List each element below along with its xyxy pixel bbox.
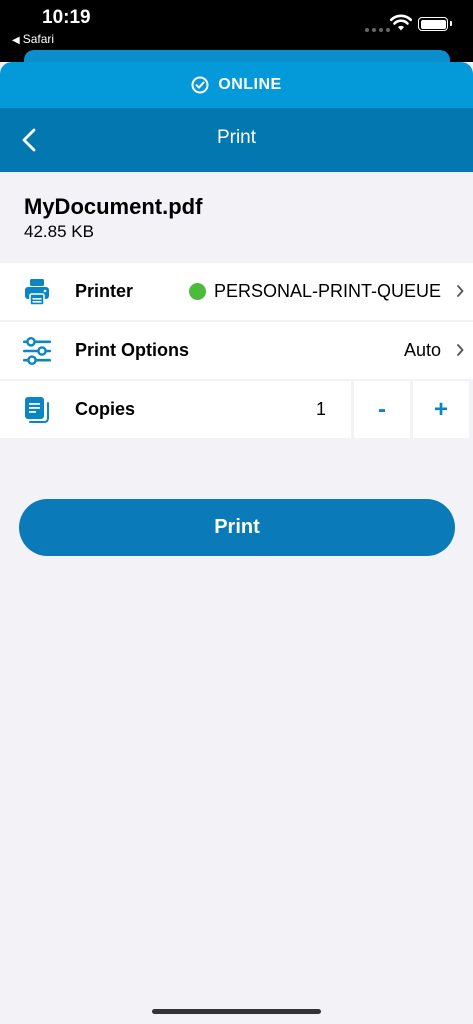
printer-name: PERSONAL-PRINT-QUEUE: [213, 281, 441, 301]
sliders-icon: [23, 337, 51, 366]
back-app-label: Safari: [22, 32, 55, 46]
online-status-banner: ONLINE: [0, 62, 473, 108]
document-name: MyDocument.pdf: [24, 194, 203, 219]
chevron-right-icon: [457, 285, 464, 297]
copies-count[interactable]: 1: [316, 399, 326, 420]
copies-row: Copies 1: [0, 381, 351, 438]
navigation-bar: Print: [0, 108, 473, 172]
document-size: 42.85 KB: [24, 222, 94, 241]
printer-icon: [25, 279, 49, 306]
copies-label: Copies: [75, 399, 136, 419]
print-button[interactable]: Print: [19, 499, 455, 556]
status-time: 10:19: [42, 7, 91, 28]
back-to-app-link[interactable]: ◀ Safari: [12, 32, 54, 46]
print-options-value: Auto: [403, 340, 441, 360]
decrement-copies-button[interactable]: -: [354, 381, 410, 438]
printer-status-dot: [188, 283, 206, 300]
print-options-row[interactable]: Print Options Auto: [0, 322, 473, 379]
home-indicator: [152, 1009, 321, 1014]
copies-icon: [25, 397, 49, 423]
check-circle-icon: [191, 76, 209, 94]
battery-icon: [418, 17, 452, 31]
chevron-right-icon: [457, 344, 464, 356]
printer-row[interactable]: Printer PERSONAL-PRINT-QUEUE: [0, 263, 473, 320]
back-triangle-icon: ◀: [12, 35, 20, 46]
print-sheet: ONLINE Print MyDocument.pdf 42.85 KB Pri…: [0, 62, 473, 1024]
print-options-label: Print Options: [75, 340, 189, 360]
increment-copies-button[interactable]: +: [413, 381, 469, 438]
cellular-signal-icon: [365, 28, 390, 32]
wifi-icon: [390, 14, 412, 31]
page-title: Print: [216, 127, 257, 148]
printer-value: PERSONAL-PRINT-QUEUE: [188, 281, 441, 302]
printer-label: Printer: [75, 281, 134, 301]
online-status-label: ONLINE: [218, 76, 282, 93]
